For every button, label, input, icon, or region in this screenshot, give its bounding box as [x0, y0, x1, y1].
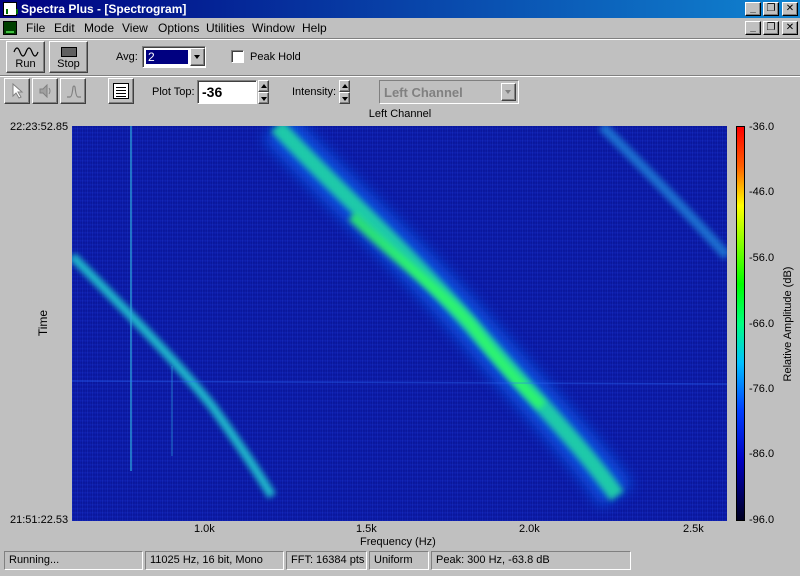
- status-state: Running...: [4, 551, 143, 570]
- peak-curve-icon: [67, 85, 81, 98]
- x-tick-2k: 2.0k: [519, 523, 540, 535]
- app-icon[interactable]: [3, 2, 18, 16]
- plot-top-label: Plot Top:: [152, 86, 195, 98]
- colorbar-tick: -86.0: [749, 448, 775, 460]
- x-axis-label: Frequency (Hz): [360, 536, 436, 548]
- avg-select-value: 2: [146, 50, 188, 64]
- spinner-up-button[interactable]: [339, 80, 350, 92]
- horizontal-band: [72, 380, 727, 385]
- chevron-down-icon: [342, 97, 348, 101]
- run-button[interactable]: Run: [6, 41, 45, 73]
- plot-top-spinner[interactable]: [258, 80, 269, 104]
- status-fft: FFT: 16384 pts: [286, 551, 367, 570]
- menu-window[interactable]: Window: [252, 21, 295, 35]
- speaker-tool-button[interactable]: [32, 78, 58, 104]
- grid-icon: [113, 83, 129, 99]
- stop-button[interactable]: Stop: [49, 41, 88, 73]
- y-axis-label: Time: [36, 309, 51, 337]
- colorbar-tick: -76.0: [749, 383, 775, 395]
- peak-hold-label: Peak Hold: [250, 51, 301, 63]
- peak-tool-button[interactable]: [60, 78, 86, 104]
- menu-options[interactable]: Options: [158, 21, 199, 35]
- status-window: Uniform: [369, 551, 429, 570]
- menu-mode[interactable]: Mode: [84, 21, 114, 35]
- plot-top-input[interactable]: -36: [197, 80, 257, 104]
- window-title: Spectra Plus - [Spectrogram]: [21, 2, 187, 16]
- doc-close-icon[interactable]: ✕: [782, 21, 798, 35]
- toolbar-separator: [0, 75, 800, 77]
- x-tick-1k: 1.0k: [194, 523, 215, 535]
- colorbar: [736, 126, 745, 521]
- title-bar: Spectra Plus - [Spectrogram] _ ❐ ✕: [0, 0, 800, 18]
- spinner-down-button[interactable]: [339, 92, 350, 104]
- chevron-down-icon: [194, 55, 200, 59]
- intensity-label: Intensity:: [292, 86, 337, 98]
- avg-dropdown-button[interactable]: [190, 48, 205, 66]
- plot-title: Left Channel: [368, 108, 432, 120]
- status-format: 11025 Hz, 16 bit, Mono: [145, 551, 284, 570]
- sine-wave-icon: [13, 47, 39, 57]
- spectrogram-image: [72, 126, 727, 521]
- chevron-up-icon: [261, 84, 267, 88]
- chevron-up-icon: [342, 84, 348, 88]
- time-top-label: 22:23:52.85: [10, 121, 69, 133]
- restore-icon[interactable]: ❐: [763, 2, 779, 16]
- chevron-down-icon: [261, 97, 267, 101]
- peak-hold-checkbox[interactable]: [231, 50, 244, 63]
- x-tick-2-5k: 2.5k: [683, 523, 704, 535]
- avg-select[interactable]: 2: [142, 46, 206, 68]
- colorbar-tick: -36.0: [749, 121, 775, 133]
- toolbar-separator: [0, 38, 800, 40]
- speaker-icon: [39, 84, 51, 98]
- spinner-down-button[interactable]: [258, 92, 269, 104]
- spectral-band-right: [598, 126, 727, 260]
- channel-dropdown-button[interactable]: [501, 83, 516, 101]
- colorbar-label: Relative Amplitude (dB): [782, 266, 794, 382]
- menu-edit[interactable]: Edit: [54, 21, 75, 35]
- doc-restore-icon[interactable]: ❐: [763, 21, 779, 35]
- chevron-down-icon: [505, 90, 511, 94]
- channel-select-value: Left Channel: [384, 85, 463, 100]
- colorbar-tick: -56.0: [749, 252, 775, 264]
- document-icon[interactable]: [3, 21, 17, 35]
- colorbar-tick: -96.0: [749, 514, 775, 526]
- time-bottom-label: 21:51:22.53: [10, 514, 69, 526]
- display-settings-button[interactable]: [108, 78, 134, 104]
- spectrogram-plot[interactable]: [72, 126, 727, 521]
- menu-bar: File Edit Mode View Options Utilities Wi…: [0, 18, 800, 38]
- x-tick-1-5k: 1.5k: [356, 523, 377, 535]
- doc-minimize-icon[interactable]: _: [745, 21, 761, 35]
- avg-label: Avg:: [116, 51, 138, 63]
- intensity-spinner[interactable]: [339, 80, 350, 104]
- close-icon[interactable]: ✕: [782, 2, 798, 16]
- menu-help[interactable]: Help: [302, 21, 327, 35]
- arrow-cursor-icon: [12, 83, 24, 99]
- minimize-icon[interactable]: _: [745, 2, 761, 16]
- cursor-tool-button[interactable]: [4, 78, 30, 104]
- menu-file[interactable]: File: [26, 21, 45, 35]
- spinner-up-button[interactable]: [258, 80, 269, 92]
- menu-view[interactable]: View: [122, 21, 148, 35]
- channel-select[interactable]: Left Channel: [379, 80, 519, 104]
- menu-utilities[interactable]: Utilities: [206, 21, 245, 35]
- run-button-label: Run: [15, 58, 36, 70]
- colorbar-tick: -46.0: [749, 186, 775, 198]
- stop-icon: [61, 47, 77, 57]
- stop-button-label: Stop: [57, 58, 80, 70]
- status-peak: Peak: 300 Hz, -63.8 dB: [431, 551, 631, 570]
- colorbar-tick: -66.0: [749, 318, 775, 330]
